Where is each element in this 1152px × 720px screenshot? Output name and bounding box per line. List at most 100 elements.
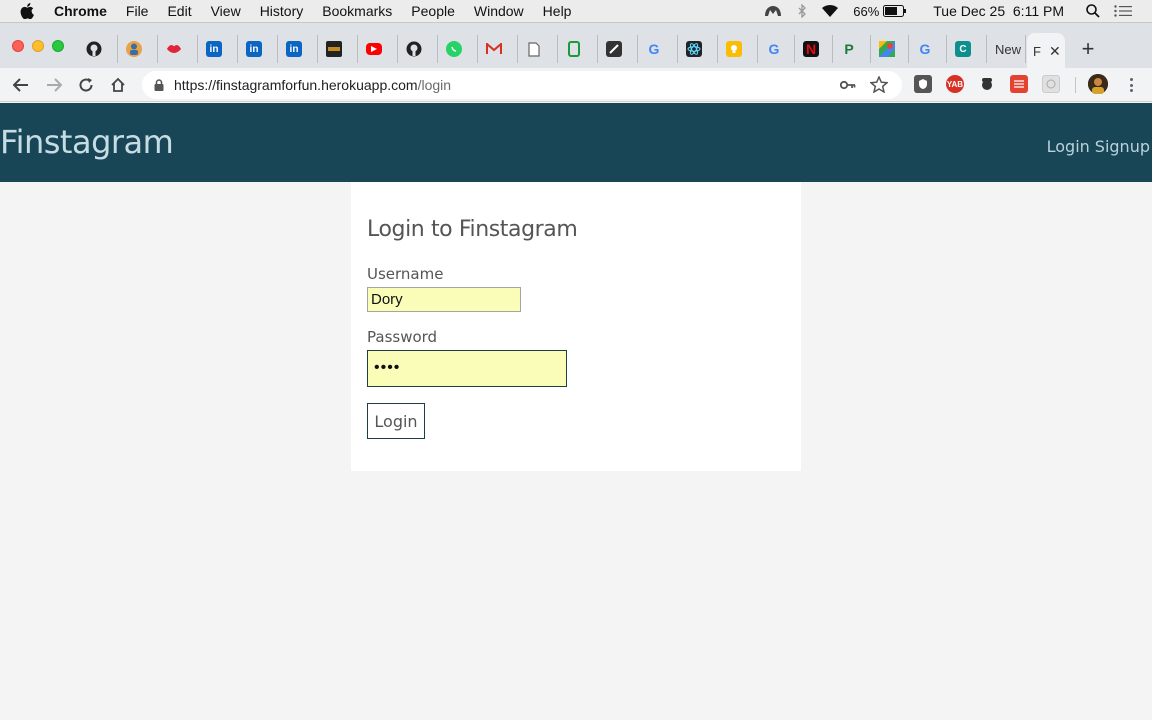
google-icon: G	[768, 41, 780, 57]
login-title: Login to Finstagram	[367, 217, 578, 242]
menu-history[interactable]: History	[260, 3, 304, 19]
extension-grey-icon[interactable]	[1042, 75, 1060, 93]
battery-icon[interactable]	[883, 5, 907, 17]
youtube-icon	[366, 43, 382, 55]
tab-whatsapp[interactable]	[438, 35, 478, 63]
lips-icon	[166, 41, 182, 57]
login-button[interactable]: Login	[367, 403, 425, 439]
browser-toolbar: https://finstagramforfun.herokuapp.com/l…	[0, 68, 1152, 102]
extension-dark-bug-icon[interactable]	[978, 75, 996, 93]
profile-avatar[interactable]	[1088, 74, 1108, 94]
bluetooth-icon[interactable]	[797, 4, 807, 18]
tab-google-3[interactable]: G	[909, 35, 947, 63]
tab-document[interactable]	[518, 35, 558, 63]
tab-user-profile[interactable]	[118, 35, 158, 63]
browser-tab-strip: in in in G G N P G C New F ✕ +	[0, 22, 1152, 69]
github-icon	[406, 41, 422, 57]
google-icon: G	[648, 41, 660, 57]
tab-keep[interactable]	[718, 35, 758, 63]
tab-title: New	[995, 41, 1022, 57]
gmail-icon	[486, 41, 502, 57]
brand-logo-text[interactable]: Finstagram	[0, 123, 174, 161]
tab-linkedin-1[interactable]: in	[198, 35, 238, 63]
tab-github-1[interactable]	[78, 35, 118, 63]
tab-google-1[interactable]: G	[638, 35, 678, 63]
tab-c-site[interactable]: C	[947, 35, 987, 63]
react-icon	[686, 41, 702, 57]
home-icon[interactable]	[108, 75, 128, 95]
username-label: Username	[367, 265, 444, 283]
tab-react[interactable]	[678, 35, 718, 63]
tab-new[interactable]: New	[987, 35, 1026, 63]
key-icon[interactable]	[839, 77, 856, 95]
notification-center-icon[interactable]	[1114, 5, 1132, 17]
password-input[interactable]: ••••	[367, 350, 567, 387]
pencil-note-icon	[606, 41, 622, 57]
menu-bookmarks[interactable]: Bookmarks	[322, 3, 392, 19]
login-card: Login to Finstagram Username Dory Passwo…	[351, 182, 801, 471]
tab-youtube[interactable]	[358, 35, 398, 63]
battery-percent: 66%	[853, 3, 880, 19]
window-zoom-button[interactable]	[52, 40, 64, 52]
tab-notes[interactable]	[598, 35, 638, 63]
extension-todoist-icon[interactable]	[1010, 75, 1028, 93]
app-header: Finstagram Login Signup	[0, 103, 1152, 182]
tab-linkedin-2[interactable]: in	[238, 35, 278, 63]
tab-netflix[interactable]: N	[795, 35, 833, 63]
url-text: https://finstagramforfun.herokuapp.com/l…	[174, 77, 451, 93]
address-bar[interactable]: https://finstagramforfun.herokuapp.com/l…	[142, 71, 902, 99]
whatsapp-icon	[446, 41, 462, 57]
dark-banner-icon	[326, 41, 342, 57]
apple-menu-icon[interactable]	[18, 2, 36, 20]
netflix-icon: N	[803, 41, 819, 57]
tab-maps[interactable]	[871, 35, 909, 63]
password-label: Password	[367, 328, 438, 346]
password-masked-value: ••••	[374, 359, 401, 376]
menu-edit[interactable]: Edit	[167, 3, 191, 19]
window-minimize-button[interactable]	[32, 40, 44, 52]
lightbulb-icon	[726, 41, 742, 57]
menu-file[interactable]: File	[126, 3, 149, 19]
tab-close-icon[interactable]: ✕	[1049, 43, 1061, 60]
back-arrow-icon[interactable]	[11, 75, 31, 95]
url-path: /login	[417, 77, 452, 93]
lock-icon[interactable]	[152, 78, 166, 92]
extension-shield-icon[interactable]	[914, 75, 932, 93]
menu-people[interactable]: People	[411, 3, 455, 19]
github-icon	[86, 41, 102, 57]
tab-linkedin-3[interactable]: in	[278, 35, 318, 63]
tab-google-2[interactable]: G	[758, 35, 795, 63]
tab-dark-site[interactable]	[318, 35, 358, 63]
menu-help[interactable]: Help	[543, 3, 572, 19]
wifi-icon[interactable]	[821, 4, 839, 18]
forward-arrow-icon[interactable]	[44, 75, 64, 95]
spotlight-search-icon[interactable]	[1086, 4, 1100, 18]
tab-p-site[interactable]: P	[833, 35, 871, 63]
tab-lips-app[interactable]	[158, 35, 198, 63]
tab-gmail[interactable]	[478, 35, 518, 63]
window-close-button[interactable]	[12, 40, 24, 52]
menu-app-name[interactable]: Chrome	[54, 3, 107, 19]
chrome-menu-icon[interactable]	[1124, 76, 1138, 94]
tab-green-app[interactable]	[558, 35, 598, 63]
username-input[interactable]: Dory	[367, 287, 521, 312]
tab-github-2[interactable]	[398, 35, 438, 63]
menu-view[interactable]: View	[211, 3, 241, 19]
toolbar-separator	[1075, 77, 1076, 93]
tab-active-finstagram[interactable]: F ✕	[1027, 33, 1065, 69]
maps-icon	[879, 41, 895, 57]
url-host: https://finstagramforfun.herokuapp.com	[174, 77, 418, 93]
username-value: Dory	[371, 291, 403, 308]
linkedin-icon: in	[246, 41, 262, 57]
bookmark-star-icon[interactable]	[869, 75, 889, 98]
tab-title: F	[1033, 43, 1041, 59]
menu-window[interactable]: Window	[474, 3, 524, 19]
new-tab-button[interactable]: +	[1075, 36, 1101, 62]
menu-clock[interactable]: Tue Dec 25 6:11 PM	[933, 3, 1064, 19]
reload-icon[interactable]	[76, 75, 96, 95]
nav-login-link[interactable]: Login	[1047, 137, 1090, 156]
creative-cloud-icon[interactable]	[763, 4, 783, 18]
nav-signup-link[interactable]: Signup	[1095, 137, 1150, 156]
extension-yab-icon[interactable]: YAB	[946, 75, 964, 93]
person-avatar-icon	[126, 41, 142, 57]
